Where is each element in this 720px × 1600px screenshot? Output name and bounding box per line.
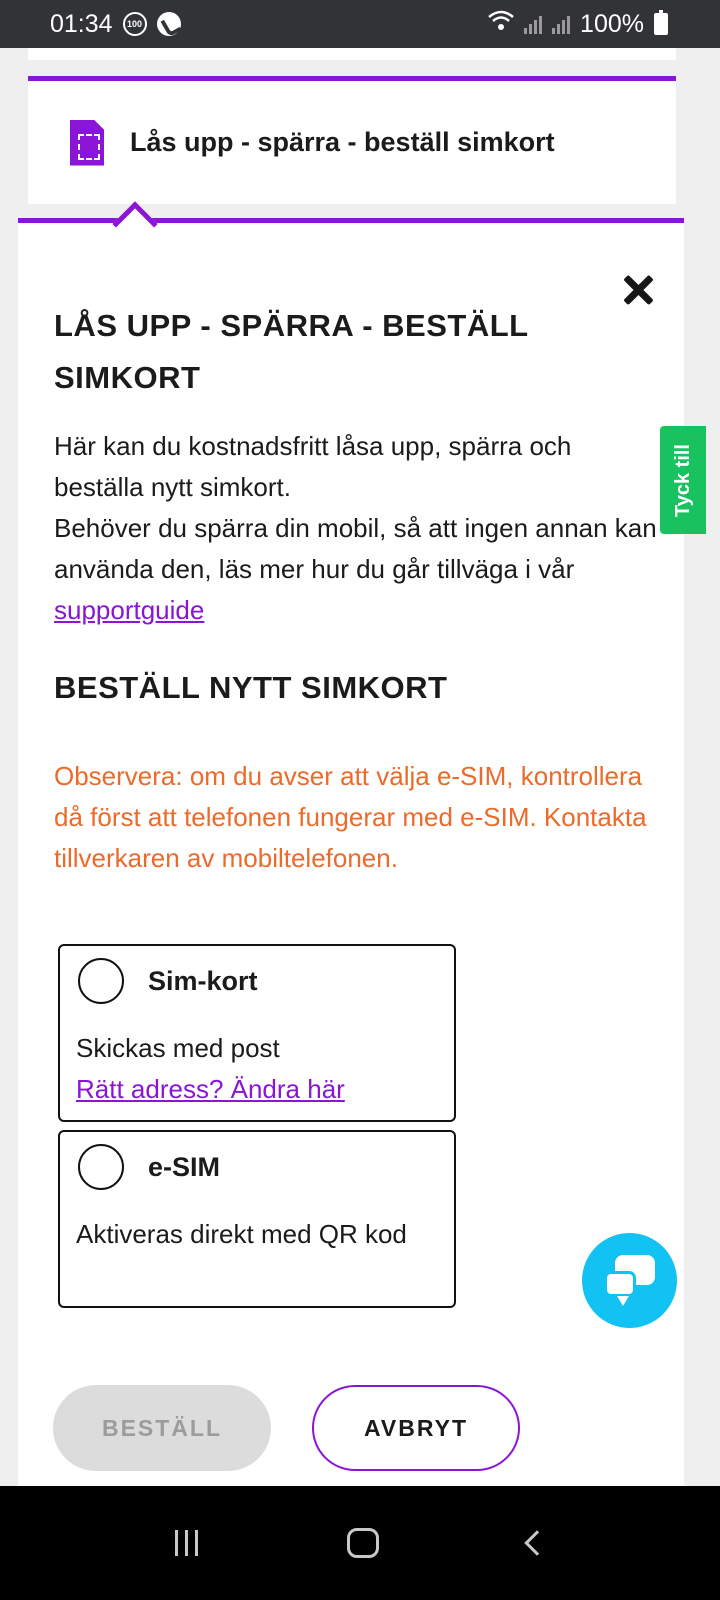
intro-line-1: Här kan du kostnadsfritt låsa upp, spärr… — [54, 431, 572, 502]
radio-sim-card[interactable] — [78, 958, 124, 1004]
signal-sim2-icon — [552, 14, 571, 34]
home-icon[interactable] — [346, 1528, 379, 1558]
sim-tab-title: Lås upp - spärra - beställ simkort — [130, 127, 555, 157]
intro-text: Här kan du kostnadsfritt låsa upp, spärr… — [54, 426, 664, 631]
previous-card-edge — [28, 48, 676, 60]
sim-card-icon — [70, 119, 104, 166]
radio-esim[interactable] — [78, 1144, 124, 1190]
status-right: 100% — [488, 10, 668, 39]
wifi-icon — [488, 10, 514, 39]
intro-line-2: Behöver du spärra din mobil, så att inge… — [54, 513, 657, 584]
option-sim-card[interactable]: Sim-kort Skickas med post Rätt adress? Ä… — [58, 944, 456, 1122]
battery-percent: 100% — [580, 9, 644, 38]
signal-sim1-icon — [524, 14, 543, 34]
feedback-label: Tyck till — [671, 443, 694, 517]
recent-apps-icon[interactable] — [174, 1530, 198, 1556]
feedback-tab[interactable]: Tyck till — [660, 426, 706, 534]
status-left: 01:34 100 — [50, 10, 181, 39]
order-button[interactable]: BESTÄLL — [53, 1385, 271, 1471]
option-esim[interactable]: e-SIM Aktiveras direkt med QR kod — [58, 1130, 456, 1308]
call-icon — [156, 12, 181, 36]
navigation-bar — [0, 1486, 720, 1600]
panel-heading: LÅS UPP - SPÄRRA - BESTÄLL SIMKORT — [54, 308, 529, 395]
option-title: Sim-kort — [148, 966, 258, 996]
back-icon[interactable] — [523, 1530, 550, 1556]
change-address-link[interactable]: Rätt adress? Ändra här — [76, 1069, 345, 1110]
order-heading: BESTÄLL NYTT SIMKORT — [54, 670, 448, 705]
option-description: Skickas med post — [76, 1033, 280, 1063]
chat-bubble-icon — [604, 1271, 636, 1306]
status-bar: 01:34 100 100% — [0, 0, 720, 48]
cancel-button[interactable]: AVBRYT — [312, 1385, 520, 1471]
data-saver-icon: 100 — [122, 12, 147, 36]
option-description: Aktiveras direkt med QR kod — [76, 1219, 407, 1249]
battery-icon — [654, 10, 668, 35]
sim-tab[interactable]: Lås upp - spärra - beställ simkort — [28, 76, 676, 204]
chat-button[interactable] — [582, 1233, 677, 1328]
support-guide-link[interactable]: supportguide — [54, 595, 204, 625]
option-title: e-SIM — [148, 1152, 221, 1182]
esim-warning: Observera: om du avser att välja e-SIM, … — [54, 761, 647, 873]
close-icon[interactable] — [618, 270, 658, 310]
status-time: 01:34 — [50, 9, 113, 38]
